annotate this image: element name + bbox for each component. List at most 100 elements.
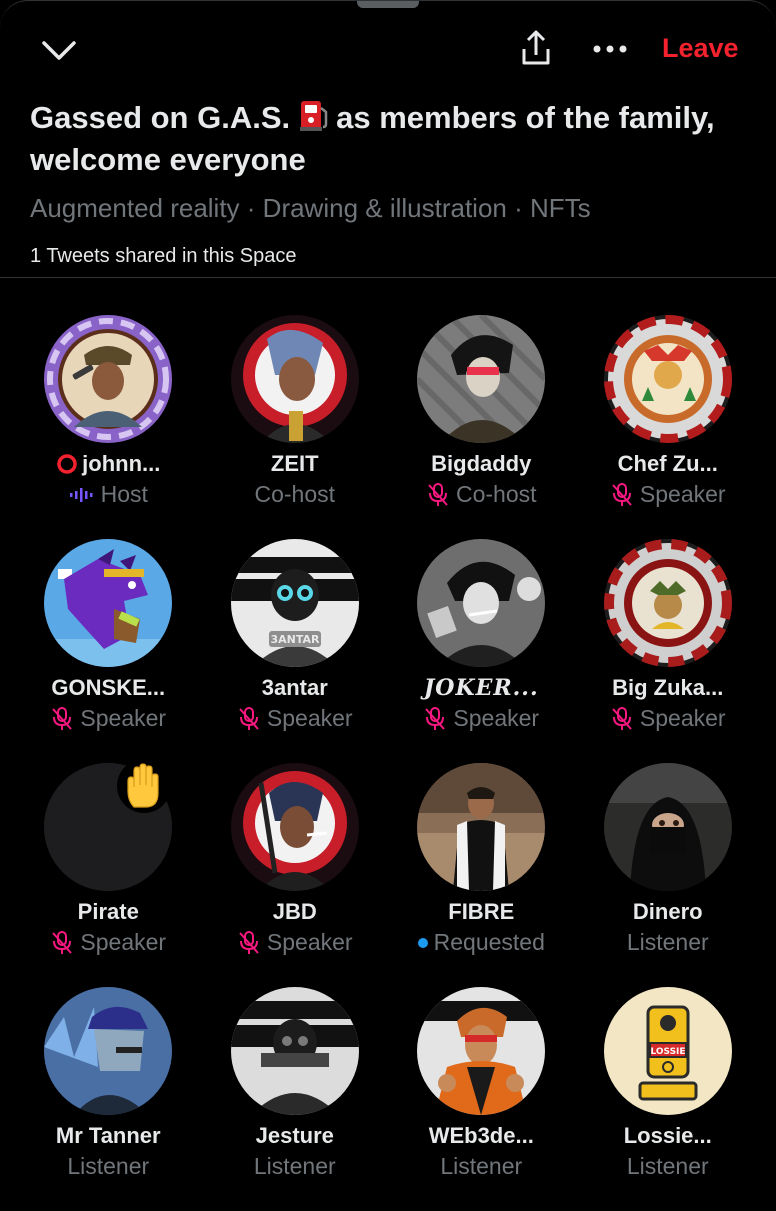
participant-name: johnn... (56, 451, 160, 477)
avatar-art-johnn (44, 315, 173, 443)
tweets-shared-link[interactable]: 1 Tweets shared in this Space (30, 245, 296, 268)
sheet-grabber[interactable] (357, 1, 419, 8)
mic-off-icon (425, 706, 446, 730)
participant-tile[interactable]: FIBRE Requested (388, 763, 575, 987)
participant-name: Chef Zu... (618, 451, 718, 477)
more-icon[interactable] (592, 37, 628, 61)
participant-role: Speaker (237, 705, 353, 732)
space-topics[interactable]: Augmented reality · Drawing & illustrati… (30, 193, 591, 224)
title-part-1: Gassed on G.A.S. (30, 100, 291, 135)
participant-role-text: Speaker (266, 929, 353, 955)
avatar (44, 539, 173, 667)
participant-name: FIBRE (448, 899, 514, 925)
participant-role: Speaker (50, 705, 166, 732)
participant-role-text: Co-host (254, 481, 336, 507)
participant-name-text: Dinero (632, 899, 703, 924)
avatar (230, 315, 359, 443)
participant-name: Jesture (256, 1123, 334, 1149)
avatar-art-web3de (417, 987, 546, 1115)
participant-name: Lossie... (624, 1123, 712, 1149)
participant-role-text: Speaker (639, 481, 726, 507)
participant-tile[interactable]: LOSSIE Lossie... Listener (575, 987, 762, 1211)
avatar-art-gonske (44, 539, 173, 667)
participant-role: Listener (440, 1153, 522, 1180)
chevron-down-icon[interactable] (38, 35, 80, 65)
participant-tile[interactable]: JBD Speaker (202, 763, 389, 987)
participant-name: ZEIT (271, 451, 319, 477)
participant-tile[interactable]: GONSKE... Speaker (15, 539, 202, 763)
participant-role: Speaker (237, 929, 353, 956)
share-icon[interactable] (516, 29, 556, 69)
avatar: LOSSIE (603, 987, 732, 1115)
participant-name-text: JBD (272, 899, 317, 924)
participant-name: 3antar (262, 675, 328, 701)
avatar (230, 763, 359, 891)
avatar (417, 763, 546, 891)
participant-role-text: Speaker (266, 705, 353, 731)
participant-tile[interactable]: Jesture Listener (202, 987, 389, 1211)
participant-role: Listener (627, 1153, 709, 1180)
participants-grid: johnn... Host ZEIT Co-host Bigdaddy Co-h… (15, 315, 761, 1211)
participant-name-text: ZEIT (270, 451, 319, 476)
participant-name: JBD (273, 899, 317, 925)
mic-off-icon (52, 930, 73, 954)
participant-role: Speaker (610, 705, 726, 732)
participant-tile[interactable]: ZEIT Co-host (202, 315, 389, 539)
avatar-art-bigdaddy (417, 315, 546, 443)
avatar (603, 763, 732, 891)
avatar-art-lossie: LOSSIE (603, 987, 732, 1115)
avatar (417, 987, 546, 1115)
space-sheet: Leave Gassed on G.A.S. as members of the… (0, 0, 776, 1200)
participant-role-text: Co-host (455, 481, 537, 507)
participant-name-text: 3antar (261, 675, 328, 700)
participant-role: Host (69, 481, 148, 508)
avatar-art-dinero (603, 763, 732, 891)
mic-off-icon (428, 482, 448, 506)
participant-name-text: Bigdaddy (431, 451, 532, 476)
participant-name-text: Big Zuka... (612, 675, 724, 700)
avatar (417, 315, 546, 443)
participant-name-text: Mr Tanner (55, 1123, 161, 1148)
participant-name-text: Lossie... (623, 1123, 712, 1148)
participant-tile[interactable]: JOKER... Speaker (388, 539, 575, 763)
mic-off-icon (612, 482, 632, 506)
participant-tile[interactable]: Chef Zu... Speaker (575, 315, 762, 539)
fuel-pump-icon (300, 101, 328, 131)
participant-tile[interactable]: Mr Tanner Listener (15, 987, 202, 1211)
participant-role-text: Listener (67, 1153, 150, 1179)
participant-tile[interactable]: Big Zuka... Speaker (575, 539, 762, 763)
participant-role-text: Speaker (80, 929, 167, 955)
participant-role-text: Requested (433, 929, 545, 955)
avatar-art-3antar: 3ANTAR (230, 539, 359, 667)
participant-name-text: WEb3de... (428, 1123, 534, 1148)
avatar (44, 987, 173, 1115)
avatar-art-joker (417, 539, 546, 667)
space-title: Gassed on G.A.S. as members of the famil… (30, 97, 750, 181)
participant-tile[interactable]: Bigdaddy Co-host (388, 315, 575, 539)
mic-off-icon (52, 706, 73, 730)
participant-role: Speaker (610, 481, 726, 508)
participant-tile[interactable]: johnn... Host (15, 315, 202, 539)
participant-role: Co-host (254, 481, 335, 508)
participant-name: Bigdaddy (431, 451, 531, 477)
participant-role: Co-host (426, 481, 537, 508)
avatar (230, 987, 359, 1115)
participant-tile[interactable]: 3ANTAR 3antar Speaker (202, 539, 389, 763)
participant-name: Dinero (633, 899, 703, 925)
red-ring-icon (57, 454, 77, 474)
participant-tile[interactable]: Dinero Listener (575, 763, 762, 987)
mic-off-icon (239, 706, 259, 730)
participant-name-text: FIBRE (448, 899, 515, 924)
participant-name-text: Pirate (77, 899, 139, 924)
participant-name: GONSKE... (51, 675, 165, 701)
participant-role: Listener (627, 929, 709, 956)
participant-role-text: Listener (253, 1153, 336, 1179)
participant-tile[interactable]: Pirate Speaker (15, 759, 202, 987)
participant-role-text: Speaker (639, 705, 726, 731)
participant-tile[interactable]: WEb3de... Listener (388, 987, 575, 1211)
leave-button[interactable]: Leave (662, 33, 739, 64)
participant-name: Pirate (78, 899, 139, 925)
participant-name: WEb3de... (429, 1123, 534, 1149)
participant-name: JOKER... (424, 675, 539, 701)
requested-dot-icon (417, 937, 428, 948)
